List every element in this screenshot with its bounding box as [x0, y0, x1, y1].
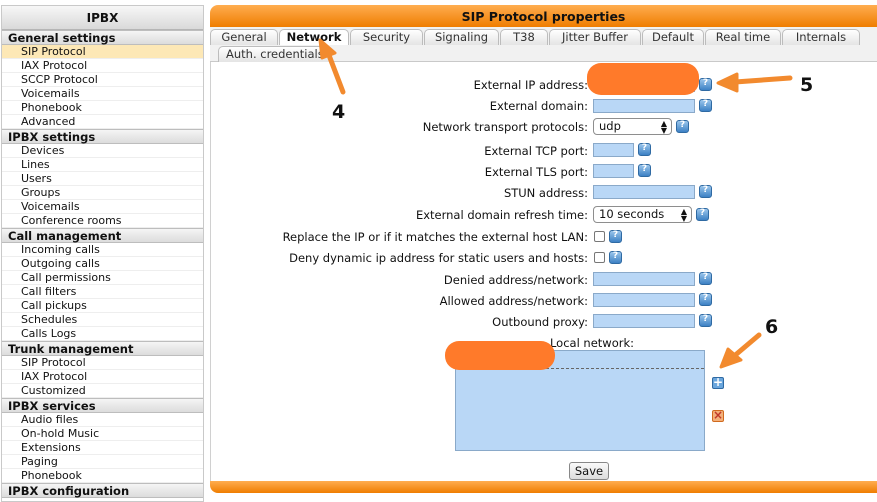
denied-network-label: Denied address/network:	[443, 273, 588, 287]
sidebar-item-call-filters[interactable]: Call filters	[2, 285, 203, 299]
save-button[interactable]: Save	[569, 462, 609, 480]
sidebar-section-ipbx-services[interactable]: IPBX services	[2, 398, 203, 413]
sidebar-item-phonebook[interactable]: Phonebook	[2, 101, 203, 115]
allowed-network-input[interactable]	[593, 293, 695, 307]
sidebar-item-groups[interactable]: Groups	[2, 186, 203, 200]
sip-protocol-panel: SIP Protocol properties General Network …	[210, 5, 877, 493]
denied-network-input[interactable]	[593, 272, 695, 286]
sidebar-item-users[interactable]: Users	[2, 172, 203, 186]
tcp-port-input[interactable]	[593, 143, 634, 157]
deny-dynamic-checkbox[interactable]	[594, 252, 605, 263]
external-domain-help-icon[interactable]	[699, 99, 712, 112]
sidebar-item-call-permissions[interactable]: Call permissions	[2, 271, 203, 285]
transport-protocols-help-icon[interactable]	[676, 120, 689, 133]
replace-ip-help-icon[interactable]	[609, 230, 622, 243]
sidebar-item-sip-protocol[interactable]: SIP Protocol	[2, 45, 203, 59]
delete-network-icon[interactable]	[712, 408, 724, 422]
sidebar: IPBX General settings SIP Protocol IAX P…	[1, 5, 204, 502]
tab-real-time[interactable]: Real time	[705, 29, 781, 45]
refresh-time-label: External domain refresh time:	[415, 208, 588, 222]
sidebar-item-conference-rooms[interactable]: Conference rooms	[2, 214, 203, 228]
sidebar-item-paging[interactable]: Paging	[2, 455, 203, 469]
sidebar-item-voicemails[interactable]: Voicemails	[2, 87, 203, 101]
denied-network-help-icon[interactable]	[699, 272, 712, 285]
transport-protocols-label: Network transport protocols:	[422, 120, 588, 134]
select-arrows-icon: ▲ ▼	[660, 119, 667, 135]
sidebar-item-calls-logs[interactable]: Calls Logs	[2, 327, 203, 341]
sidebar-item-trunk-iax-protocol[interactable]: IAX Protocol	[2, 370, 203, 384]
tls-port-help-icon[interactable]	[638, 164, 651, 177]
sidebar-item-services-phonebook[interactable]: Phonebook	[2, 469, 203, 483]
sidebar-item-sccp-protocol[interactable]: SCCP Protocol	[2, 73, 203, 87]
sidebar-item-on-hold-music[interactable]: On-hold Music	[2, 427, 203, 441]
tab-jitter-buffer[interactable]: Jitter Buffer	[549, 29, 641, 45]
external-ip-label: External IP address:	[473, 78, 588, 92]
stun-address-help-icon[interactable]	[699, 185, 712, 198]
panel-footer-bar	[210, 481, 877, 493]
outbound-proxy-label: Outbound proxy:	[492, 315, 588, 329]
sidebar-item-call-pickups[interactable]: Call pickups	[2, 299, 203, 313]
redaction-blob	[445, 341, 555, 370]
step-6-label: 6	[765, 316, 779, 338]
tab-default[interactable]: Default	[642, 29, 704, 45]
sidebar-section-general-settings[interactable]: General settings	[2, 30, 203, 45]
stun-address-label: STUN address:	[503, 186, 588, 200]
external-ip-help-icon[interactable]	[699, 78, 712, 91]
network-form: External IP address: External domain: Ne…	[210, 62, 877, 481]
external-domain-input[interactable]	[593, 99, 695, 113]
tab-general[interactable]: General	[210, 29, 278, 45]
sidebar-section-call-management[interactable]: Call management	[2, 228, 203, 243]
add-network-icon[interactable]	[712, 375, 724, 389]
sidebar-item-extensions[interactable]: Extensions	[2, 441, 203, 455]
deny-dynamic-label: Deny dynamic ip address for static users…	[289, 251, 588, 265]
transport-protocols-value: udp	[599, 119, 621, 133]
redaction-blob	[587, 63, 699, 95]
sidebar-item-incoming-calls[interactable]: Incoming calls	[2, 243, 203, 257]
outbound-proxy-help-icon[interactable]	[699, 314, 712, 327]
tab-auth-credentials[interactable]: Auth. credentials	[218, 46, 332, 62]
sidebar-item-advanced[interactable]: Advanced	[2, 115, 203, 129]
step-4-label: 4	[332, 101, 346, 123]
sidebar-section-ipbx-configuration[interactable]: IPBX configuration	[2, 483, 203, 498]
sidebar-item-iax-protocol[interactable]: IAX Protocol	[2, 59, 203, 73]
local-network-label: Local network:	[549, 336, 634, 350]
deny-dynamic-help-icon[interactable]	[609, 251, 622, 264]
sidebar-item-outgoing-calls[interactable]: Outgoing calls	[2, 257, 203, 271]
replace-ip-label: Replace the IP or if it matches the exte…	[282, 230, 588, 244]
allowed-network-label: Allowed address/network:	[439, 294, 588, 308]
tab-network[interactable]: Network	[279, 29, 349, 45]
sidebar-item-customized[interactable]: Customized	[2, 384, 203, 398]
tls-port-input[interactable]	[593, 164, 634, 178]
outbound-proxy-input[interactable]	[593, 314, 695, 328]
sidebar-item-audio-files[interactable]: Audio files	[2, 413, 203, 427]
tab-security[interactable]: Security	[350, 29, 423, 45]
select-arrows-icon: ▲ ▼	[680, 207, 687, 223]
transport-protocols-select[interactable]: udp ▲ ▼	[593, 118, 672, 135]
sidebar-item-devices[interactable]: Devices	[2, 144, 203, 158]
tab-bar: General Network Security Signaling T38 J…	[210, 27, 877, 45]
external-domain-label: External domain:	[489, 99, 588, 113]
sidebar-title: IPBX	[2, 6, 203, 30]
refresh-time-value: 10 seconds	[599, 207, 665, 221]
panel-title: SIP Protocol properties	[210, 5, 877, 27]
sidebar-item-voicemails-2[interactable]: Voicemails	[2, 200, 203, 214]
subtab-bar: Auth. credentials	[210, 45, 877, 62]
tab-internals[interactable]: Internals	[782, 29, 860, 45]
sidebar-item-trunk-sip-protocol[interactable]: SIP Protocol	[2, 356, 203, 370]
refresh-time-select[interactable]: 10 seconds ▲ ▼	[593, 206, 692, 223]
sidebar-item-lines[interactable]: Lines	[2, 158, 203, 172]
tab-t38[interactable]: T38	[500, 29, 548, 45]
tls-port-label: External TLS port:	[484, 165, 588, 179]
sidebar-item-schedules[interactable]: Schedules	[2, 313, 203, 327]
tcp-port-label: External TCP port:	[484, 144, 588, 158]
tab-signaling[interactable]: Signaling	[424, 29, 499, 45]
refresh-time-help-icon[interactable]	[696, 208, 709, 221]
replace-ip-checkbox[interactable]	[594, 231, 605, 242]
sidebar-section-trunk-management[interactable]: Trunk management	[2, 341, 203, 356]
step-5-label: 5	[800, 74, 814, 96]
tcp-port-help-icon[interactable]	[638, 143, 651, 156]
allowed-network-help-icon[interactable]	[699, 293, 712, 306]
stun-address-input[interactable]	[593, 185, 695, 199]
sidebar-section-ipbx-settings[interactable]: IPBX settings	[2, 129, 203, 144]
